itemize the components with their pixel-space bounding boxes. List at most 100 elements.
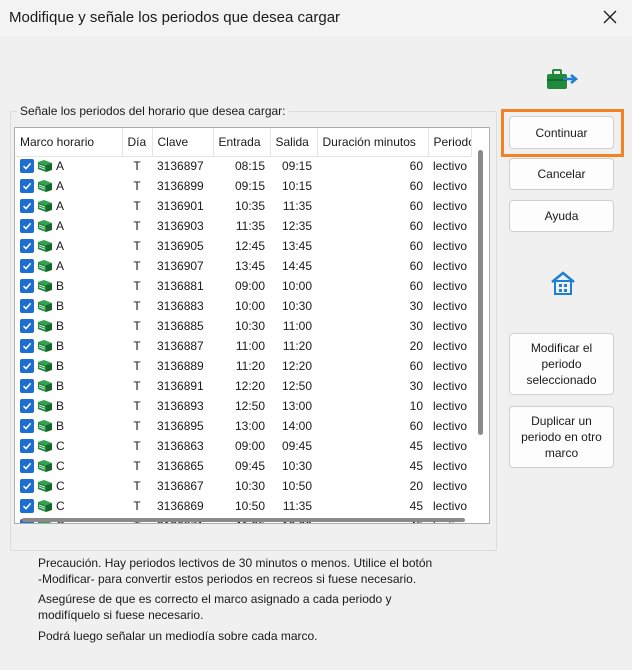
green-book-icon xyxy=(37,319,53,333)
cell-clave: 3136905 xyxy=(157,239,204,253)
checkbox-checked-icon[interactable] xyxy=(20,479,34,493)
green-book-icon xyxy=(37,299,53,313)
checkbox-checked-icon[interactable] xyxy=(20,359,34,373)
table-row[interactable]: A T 3136907 13:45 14:45 60 lectivo xyxy=(15,256,471,276)
cell-duracion: 60 xyxy=(409,259,423,273)
horizontal-scroll-thumb[interactable] xyxy=(22,518,465,522)
checkbox-checked-icon[interactable] xyxy=(20,219,34,233)
cell-clave: 3136897 xyxy=(157,159,204,174)
table-row[interactable]: B T 3136883 10:00 10:30 30 lectivo xyxy=(15,296,471,316)
table-row[interactable]: B T 3136895 13:00 14:00 60 lectivo xyxy=(15,416,471,436)
checkbox-checked-icon[interactable] xyxy=(20,339,34,353)
cancelar-button[interactable]: Cancelar xyxy=(509,158,614,190)
column-header[interactable]: Clave xyxy=(152,128,214,157)
cell-entrada: 12:50 xyxy=(234,399,265,413)
marco-label: A xyxy=(56,179,65,193)
checkbox-checked-icon[interactable] xyxy=(20,159,34,174)
table-row[interactable]: C T 3136867 10:30 10:50 20 lectivo xyxy=(15,476,471,496)
cell-marco: C xyxy=(15,456,122,476)
cell-dia: T xyxy=(133,359,141,373)
checkbox-checked-icon[interactable] xyxy=(20,279,34,293)
column-header[interactable]: Marco horario xyxy=(15,128,123,157)
cell-periodo: lectivo xyxy=(433,339,468,353)
marco-cell-content: A xyxy=(20,259,117,273)
cell-duracion: 45 xyxy=(409,439,423,453)
checkbox-checked-icon[interactable] xyxy=(20,299,34,313)
cell-periodo: lectivo xyxy=(433,179,468,193)
table-row[interactable]: A T 3136897 08:15 09:15 60 lectivo xyxy=(15,156,471,176)
cell-entrada: 13:45 xyxy=(234,259,265,273)
table-row[interactable]: A T 3136903 11:35 12:35 60 lectivo xyxy=(15,216,471,236)
home-icon[interactable] xyxy=(549,270,577,296)
checkbox-checked-icon[interactable] xyxy=(20,439,34,453)
briefcase-arrow-icon xyxy=(545,69,579,91)
cell-marco: B xyxy=(15,416,122,436)
table-row[interactable]: A T 3136899 09:15 10:15 60 lectivo xyxy=(15,176,471,196)
table-row[interactable]: C T 3136865 09:45 10:30 45 lectivo xyxy=(15,456,471,476)
green-book-icon xyxy=(37,179,53,193)
cell-entrada: 11:20 xyxy=(235,359,265,373)
column-header[interactable]: Entrada xyxy=(213,128,271,157)
green-book-icon xyxy=(37,479,53,493)
cell-marco: B xyxy=(15,316,122,336)
cell-duracion: 30 xyxy=(409,299,423,313)
table-row[interactable]: C T 3136869 10:50 11:35 45 lectivo xyxy=(15,496,471,516)
checkbox-checked-icon[interactable] xyxy=(20,179,34,193)
marco-label: A xyxy=(56,219,65,233)
title-bar: Modifique y señale los periodos que dese… xyxy=(0,0,632,36)
ayuda-button[interactable]: Ayuda xyxy=(509,200,614,232)
green-book-icon xyxy=(37,339,53,353)
checkbox-checked-icon[interactable] xyxy=(20,379,34,393)
table-row[interactable]: B T 3136889 11:20 12:20 60 lectivo xyxy=(15,356,471,376)
column-header[interactable]: Día xyxy=(122,128,153,157)
cell-duracion: 60 xyxy=(409,159,423,174)
table-row[interactable]: A T 3136905 12:45 13:45 60 lectivo xyxy=(15,236,471,256)
cell-dia: T xyxy=(133,319,141,333)
table-row[interactable]: B T 3136891 12:20 12:50 30 lectivo xyxy=(15,376,471,396)
vertical-scrollbar[interactable] xyxy=(473,128,489,523)
cell-salida: 14:00 xyxy=(281,419,312,433)
cell-entrada: 09:45 xyxy=(234,459,265,473)
cell-entrada: 09:00 xyxy=(234,439,265,453)
continuar-button[interactable]: Continuar xyxy=(509,116,614,149)
cell-periodo: lectivo xyxy=(433,419,468,433)
checkbox-checked-icon[interactable] xyxy=(20,259,34,273)
close-icon xyxy=(603,10,617,24)
table-row[interactable]: C T 3136863 09:00 09:45 45 lectivo xyxy=(15,436,471,456)
cell-entrada: 09:00 xyxy=(234,279,265,293)
marco-cell-content: A xyxy=(20,239,117,253)
checkbox-checked-icon[interactable] xyxy=(20,399,34,413)
green-book-icon xyxy=(37,199,53,213)
table-row[interactable]: B T 3136893 12:50 13:00 10 lectivo xyxy=(15,396,471,416)
checkbox-checked-icon[interactable] xyxy=(20,239,34,253)
checkbox-checked-icon[interactable] xyxy=(20,419,34,433)
cell-marco: A xyxy=(15,196,122,216)
cell-clave: 3136863 xyxy=(157,439,204,453)
checkbox-checked-icon[interactable] xyxy=(20,499,34,513)
checkbox-checked-icon[interactable] xyxy=(20,459,34,473)
green-book-icon xyxy=(37,419,53,433)
table-row[interactable]: A T 3136901 10:35 11:35 60 lectivo xyxy=(15,196,471,216)
checkbox-checked-icon[interactable] xyxy=(20,199,34,213)
duplicar-button[interactable]: Duplicar un periodo en otro marco xyxy=(509,406,614,468)
cell-duracion: 45 xyxy=(409,459,423,473)
column-header[interactable]: Duración minutos xyxy=(317,128,429,157)
close-button[interactable] xyxy=(596,4,624,30)
horizontal-scrollbar[interactable] xyxy=(15,516,473,524)
table-row[interactable]: B T 3136887 11:00 11:20 20 lectivo xyxy=(15,336,471,356)
cell-dia: T xyxy=(133,159,141,174)
vertical-scroll-thumb[interactable] xyxy=(478,150,483,435)
column-header[interactable]: Salida xyxy=(270,128,318,157)
cell-duracion: 30 xyxy=(409,319,423,333)
column-header[interactable]: Periodo xyxy=(428,128,472,157)
modificar-button[interactable]: Modificar el periodo seleccionado xyxy=(509,333,614,395)
periods-list[interactable]: Marco horario Día Clave Entrada Salida Duraci… xyxy=(14,127,490,524)
checkbox-checked-icon[interactable] xyxy=(20,319,34,333)
cell-dia: T xyxy=(133,199,141,213)
cell-dia: T xyxy=(133,399,141,413)
cell-dia: T xyxy=(133,459,141,473)
table-row[interactable]: B T 3136881 09:00 10:00 60 lectivo xyxy=(15,276,471,296)
green-book-icon xyxy=(37,439,53,453)
marco-cell-content: B xyxy=(20,399,117,413)
table-row[interactable]: B T 3136885 10:30 11:00 30 lectivo xyxy=(15,316,471,336)
